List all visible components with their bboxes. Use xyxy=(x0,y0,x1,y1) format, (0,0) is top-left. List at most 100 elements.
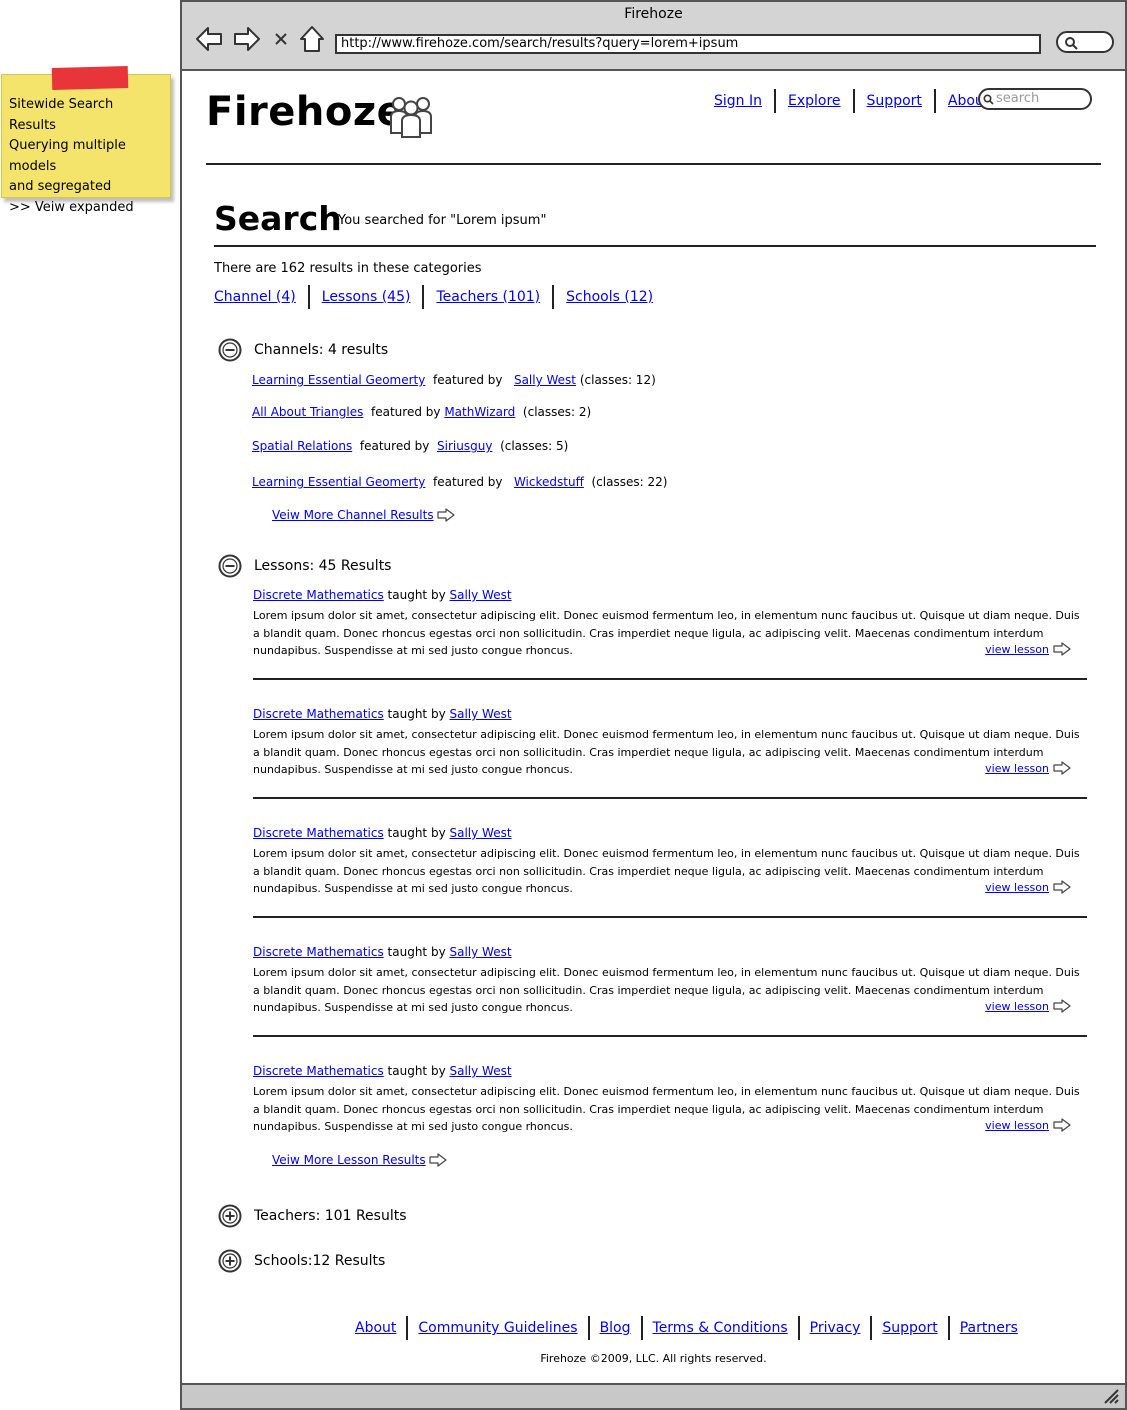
sticky-note: Sitewide Search Results Querying multipl… xyxy=(1,66,171,215)
footer-support[interactable]: Support xyxy=(872,1320,947,1336)
title-divider xyxy=(214,245,1096,247)
taught-by-label: taught by xyxy=(387,826,446,840)
category-lessons[interactable]: Lessons (45) xyxy=(310,289,423,305)
category-teachers[interactable]: Teachers (101) xyxy=(424,289,552,305)
channels-section-header: Channels: 4 results xyxy=(218,338,388,362)
lesson-title-link[interactable]: Discrete Mathematics xyxy=(253,588,384,602)
footer-partners[interactable]: Partners xyxy=(950,1320,1028,1336)
more-lessons-link[interactable]: Veiw More Lesson Results xyxy=(272,1153,447,1167)
more-lessons-label[interactable]: Veiw More Lesson Results xyxy=(272,1153,426,1167)
view-lesson-label[interactable]: view lesson xyxy=(985,762,1049,775)
view-lesson-link[interactable]: view lesson xyxy=(985,880,1071,894)
lesson-result: Discrete Mathematics taught by Sally Wes… xyxy=(253,826,1087,918)
browser-search-field[interactable] xyxy=(1056,31,1114,53)
home-icon[interactable] xyxy=(297,24,327,54)
schools-heading: Schools:12 Results xyxy=(254,1253,386,1269)
footer-privacy[interactable]: Privacy xyxy=(800,1320,871,1336)
category-channel[interactable]: Channel (4) xyxy=(214,289,308,305)
channel-author-link[interactable]: MathWizard xyxy=(444,405,515,419)
channel-result: Learning Essential Geomerty featured by … xyxy=(252,475,667,489)
lesson-divider xyxy=(253,916,1087,918)
lesson-divider xyxy=(253,678,1087,680)
arrow-right-icon xyxy=(1053,880,1071,894)
lesson-divider xyxy=(253,797,1087,799)
channel-title-link[interactable]: Learning Essential Geomerty xyxy=(252,475,425,489)
site-logo[interactable]: Firehoze xyxy=(206,89,404,135)
lesson-title-row: Discrete Mathematics taught by Sally Wes… xyxy=(253,826,1087,840)
arrow-right-icon xyxy=(1053,999,1071,1013)
collapse-minus-icon[interactable] xyxy=(218,554,242,578)
taught-by-label: taught by xyxy=(387,945,446,959)
arrow-right-icon xyxy=(429,1153,447,1167)
teachers-heading: Teachers: 101 Results xyxy=(254,1208,407,1224)
view-lesson-label[interactable]: view lesson xyxy=(985,1119,1049,1132)
back-arrow-icon[interactable] xyxy=(194,24,224,54)
nav-explore[interactable]: Explore xyxy=(776,93,853,109)
view-lesson-link[interactable]: view lesson xyxy=(985,1118,1071,1132)
lesson-author-link[interactable]: Sally West xyxy=(450,588,512,602)
view-lesson-link[interactable]: view lesson xyxy=(985,999,1071,1013)
lesson-title-row: Discrete Mathematics taught by Sally Wes… xyxy=(253,1064,1087,1078)
lesson-title-row: Discrete Mathematics taught by Sally Wes… xyxy=(253,588,1087,602)
lesson-title-link[interactable]: Discrete Mathematics xyxy=(253,945,384,959)
more-channels-label[interactable]: Veiw More Channel Results xyxy=(272,508,434,522)
view-lesson-label[interactable]: view lesson xyxy=(985,881,1049,894)
channel-title-link[interactable]: Spatial Relations xyxy=(252,439,352,453)
collapse-minus-icon[interactable] xyxy=(218,338,242,362)
stop-x-icon[interactable] xyxy=(270,28,292,50)
channel-result: Spatial Relations featured by Siriusguy … xyxy=(252,439,568,453)
lesson-title-link[interactable]: Discrete Mathematics xyxy=(253,1064,384,1078)
footer-about[interactable]: About xyxy=(345,1320,406,1336)
search-placeholder: search xyxy=(996,91,1040,106)
footer-blog[interactable]: Blog xyxy=(590,1320,641,1336)
lesson-author-link[interactable]: Sally West xyxy=(450,707,512,721)
address-bar[interactable]: http://www.firehoze.com/search/results?q… xyxy=(335,34,1041,54)
lesson-description: Lorem ipsum dolor sit amet, consectetur … xyxy=(253,966,1080,1015)
nav-support[interactable]: Support xyxy=(855,93,934,109)
channel-author-link[interactable]: Siriusguy xyxy=(437,439,492,453)
view-lesson-label[interactable]: view lesson xyxy=(985,643,1049,656)
lessons-section-header: Lessons: 45 Results xyxy=(218,554,391,578)
forward-arrow-icon[interactable] xyxy=(232,24,262,54)
resize-grip-icon[interactable] xyxy=(1103,1388,1119,1404)
expand-plus-icon[interactable] xyxy=(218,1204,242,1228)
result-count: There are 162 results in these categorie… xyxy=(214,261,482,276)
featured-by-label: featured by xyxy=(371,405,441,419)
lesson-result: Discrete Mathematics taught by Sally Wes… xyxy=(253,945,1087,1037)
people-group-icon xyxy=(390,97,432,138)
channel-title-link[interactable]: All About Triangles xyxy=(252,405,363,419)
channel-author-link[interactable]: Sally West xyxy=(514,373,576,387)
channels-heading: Channels: 4 results xyxy=(254,342,389,358)
channel-author-link[interactable]: Wickedstuff xyxy=(514,475,584,489)
lesson-author-link[interactable]: Sally West xyxy=(450,1064,512,1078)
status-bar xyxy=(182,1383,1125,1408)
sticky-tape xyxy=(51,66,129,90)
lesson-author-link[interactable]: Sally West xyxy=(450,945,512,959)
site-search-input[interactable]: search xyxy=(978,88,1092,110)
page-title: Search xyxy=(214,199,342,238)
footer-terms[interactable]: Terms & Conditions xyxy=(643,1320,798,1336)
arrow-right-icon xyxy=(1053,761,1071,775)
view-lesson-link[interactable]: view lesson xyxy=(985,761,1071,775)
lesson-author-link[interactable]: Sally West xyxy=(450,826,512,840)
lesson-title-link[interactable]: Discrete Mathematics xyxy=(253,826,384,840)
lesson-title-link[interactable]: Discrete Mathematics xyxy=(253,707,384,721)
channel-result: All About Triangles featured by MathWiza… xyxy=(252,405,591,419)
browser-toolbar: Firehoze http://www.firehoze.com/search/… xyxy=(182,2,1125,71)
window-title: Firehoze xyxy=(624,6,683,22)
lesson-result: Discrete Mathematics taught by Sally Wes… xyxy=(253,588,1087,680)
more-channels-link[interactable]: Veiw More Channel Results xyxy=(272,508,455,522)
lessons-heading: Lessons: 45 Results xyxy=(254,558,392,574)
view-lesson-label[interactable]: view lesson xyxy=(985,1000,1049,1013)
copyright: Firehoze ©2009, LLC. All rights reserved… xyxy=(540,1352,767,1365)
nav-sign-in[interactable]: Sign In xyxy=(702,93,774,109)
search-query-text: You searched for "Lorem ipsum" xyxy=(338,213,547,228)
channel-title-link[interactable]: Learning Essential Geomerty xyxy=(252,373,425,387)
category-schools[interactable]: Schools (12) xyxy=(554,289,665,305)
lesson-title-row: Discrete Mathematics taught by Sally Wes… xyxy=(253,945,1087,959)
search-icon xyxy=(1065,37,1078,50)
expand-plus-icon[interactable] xyxy=(218,1249,242,1273)
footer-community-guidelines[interactable]: Community Guidelines xyxy=(408,1320,587,1336)
view-lesson-link[interactable]: view lesson xyxy=(985,642,1071,656)
category-links: Channel (4) Lessons (45) Teachers (101) … xyxy=(214,284,665,310)
